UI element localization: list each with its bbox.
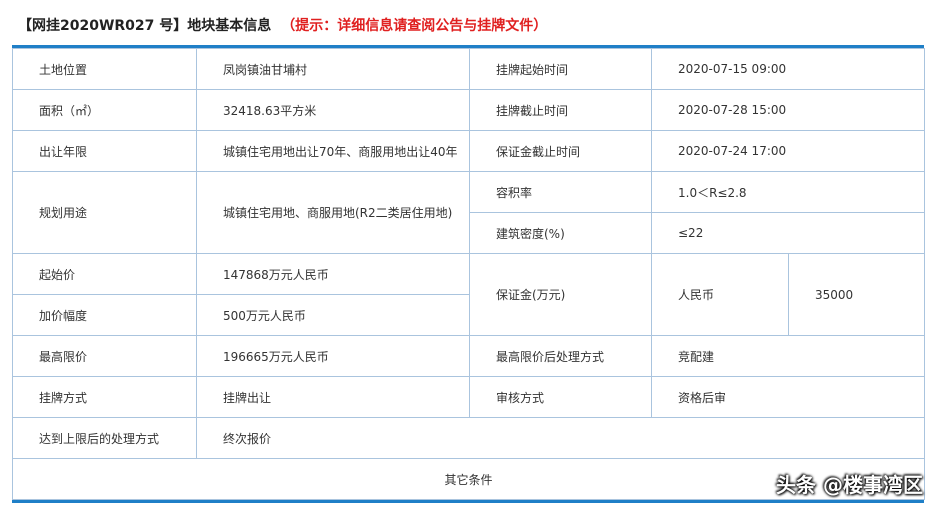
- label-cell: 挂牌起始时间: [469, 48, 652, 90]
- value-cell: 凤岗镇油甘埔村: [196, 48, 470, 90]
- value-cell: 147868万元人民币: [196, 253, 470, 295]
- page-title: 【网挂2020WR027 号】地块基本信息: [18, 18, 272, 34]
- label-cell: 达到上限后的处理方式: [12, 417, 197, 459]
- table-row: 挂牌方式 挂牌出让 审核方式 资格后审: [12, 376, 926, 418]
- label-cell: 容积率: [469, 171, 652, 213]
- page-header: 【网挂2020WR027 号】地块基本信息 （提示：详细信息请查阅公告与挂牌文件）: [18, 14, 547, 38]
- value-cell: 1.0＜R≤2.8: [650, 171, 926, 213]
- watermark: 头条 @楼事湾区: [776, 473, 923, 497]
- notice-tip: （提示：详细信息请查阅公告与挂牌文件）: [281, 18, 548, 34]
- label-cell: 挂牌方式: [12, 376, 197, 418]
- value-cell: 500万元人民币: [196, 294, 470, 336]
- label-cell: 土地位置: [12, 48, 197, 90]
- label-cell: 最高限价: [12, 335, 197, 377]
- label-cell: 建筑密度(%): [469, 212, 652, 254]
- table-row: 面积（㎡） 32418.63平方米 挂牌截止时间 2020-07-28 15:0…: [12, 89, 926, 131]
- land-info-table: 土地位置 凤岗镇油甘埔村 挂牌起始时间 2020-07-15 09:00 面积（…: [11, 48, 926, 500]
- label-cell: 规划用途: [12, 171, 197, 254]
- value-cell: 挂牌出让: [196, 376, 470, 418]
- label-cell: 加价幅度: [12, 294, 197, 336]
- value-cell: 2020-07-24 17:00: [650, 130, 926, 172]
- value-cell: 资格后审: [650, 376, 926, 418]
- label-cell: 挂牌截止时间: [469, 89, 652, 131]
- value-cell: 终次报价: [195, 417, 926, 459]
- value-cell: 2020-07-28 15:00: [650, 89, 926, 131]
- value-cell: 35000: [787, 253, 926, 336]
- table-row: 达到上限后的处理方式 终次报价: [12, 417, 926, 459]
- table-row: 最高限价 196665万元人民币 最高限价后处理方式 竞配建: [12, 335, 926, 377]
- value-cell: 32418.63平方米: [196, 89, 470, 131]
- value-cell: 竞配建: [650, 335, 926, 377]
- label-cell: 最高限价后处理方式: [469, 335, 652, 377]
- value-cell: 城镇住宅用地、商服用地(R2二类居住用地): [196, 171, 470, 254]
- value-cell: ≤22: [650, 212, 926, 254]
- label-cell: 保证金截止时间: [469, 130, 652, 172]
- value-cell: 196665万元人民币: [196, 335, 470, 377]
- table-row: 出让年限 城镇住宅用地出让70年、商服用地出让40年 保证金截止时间 2020-…: [12, 130, 926, 172]
- table-row: 起始价 147868万元人民币 保证金(万元) 人民币 35000: [12, 253, 926, 336]
- label-cell: 面积（㎡）: [12, 89, 197, 131]
- value-cell: 城镇住宅用地出让70年、商服用地出让40年: [196, 130, 470, 172]
- label-cell: 起始价: [12, 253, 197, 295]
- value-cell: 2020-07-15 09:00: [650, 48, 926, 90]
- table-row: 规划用途 城镇住宅用地、商服用地(R2二类居住用地) 容积率 1.0＜R≤2.8: [12, 171, 926, 254]
- table-row: 土地位置 凤岗镇油甘埔村 挂牌起始时间 2020-07-15 09:00: [12, 48, 926, 90]
- bottom-divider: [12, 500, 924, 503]
- label-cell: 审核方式: [469, 376, 652, 418]
- label-cell: 保证金(万元): [469, 253, 652, 336]
- value-cell: 人民币: [651, 253, 789, 336]
- label-cell: 出让年限: [12, 130, 197, 172]
